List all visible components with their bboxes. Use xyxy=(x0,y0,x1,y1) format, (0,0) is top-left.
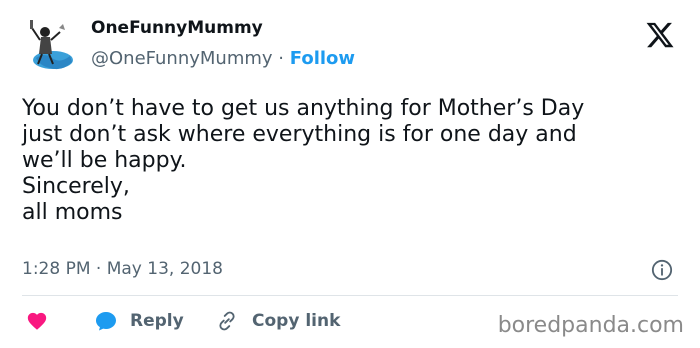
reply-icon xyxy=(96,312,116,331)
boredpanda-watermark: boredpanda.com xyxy=(497,313,684,338)
author-handle[interactable]: @OneFunnyMummy xyxy=(91,48,273,69)
x-logo-icon[interactable] xyxy=(645,20,675,50)
tweet-line: just don’t ask where everything is for o… xyxy=(22,122,577,147)
tweet-text: You don’t have to get us anything for Mo… xyxy=(22,96,692,226)
copy-link-label: Copy link xyxy=(252,311,341,331)
follow-button[interactable]: Follow xyxy=(290,48,355,69)
link-icon xyxy=(219,311,235,331)
tweet-line: all moms xyxy=(22,200,123,225)
heart-icon[interactable] xyxy=(26,310,48,332)
info-icon[interactable] xyxy=(651,259,673,281)
avatar[interactable] xyxy=(22,14,78,76)
handle-separator: · xyxy=(278,48,285,69)
tweet-line: You don’t have to get us anything for Mo… xyxy=(22,96,585,121)
author-display-name[interactable]: OneFunnyMummy xyxy=(91,18,263,38)
reply-label: Reply xyxy=(130,311,184,331)
author-handle-line: @OneFunnyMummy · Follow xyxy=(91,48,355,69)
divider xyxy=(22,295,678,296)
tweet-timestamp[interactable]: 1:28 PM · May 13, 2018 xyxy=(22,259,223,279)
tweet-line: Sincerely, xyxy=(22,174,130,199)
reply-button[interactable]: Reply xyxy=(94,306,184,336)
tweet-line: we’ll be happy. xyxy=(22,148,187,173)
copy-link-button[interactable]: Copy link xyxy=(216,306,340,336)
